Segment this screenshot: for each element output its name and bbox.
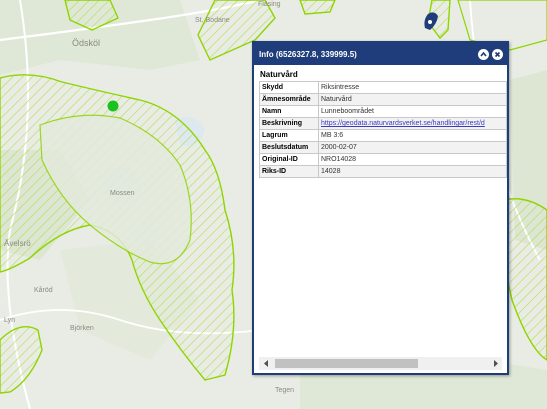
scroll-left-icon[interactable]: [259, 357, 273, 370]
attribute-key: Namn: [259, 105, 319, 118]
attribute-value: 14028: [318, 165, 507, 178]
attribute-key: Skydd: [259, 81, 319, 94]
attribute-value: MB 3:6: [318, 129, 507, 142]
attribute-key: Original-ID: [259, 153, 319, 166]
table-row: Lagrum MB 3:6: [259, 129, 507, 142]
info-popup: Info (6526327.8, 339999.5) Naturvård Sky…: [252, 41, 509, 375]
section-title: Naturvård: [260, 70, 298, 79]
table-row: Riks-ID 14028: [259, 165, 507, 178]
table-row: Namn Lunneboområdet: [259, 105, 507, 118]
place-label: Fläsing: [258, 1, 281, 8]
attribute-key: Beslutsdatum: [259, 141, 319, 154]
table-row: Beslutsdatum 2000-02-07: [259, 141, 507, 154]
place-label: Björken: [70, 325, 94, 332]
attribute-value: 2000-02-07: [318, 141, 507, 154]
place-label: St. Bodane: [195, 17, 230, 24]
place-label: Kåröd: [34, 286, 53, 294]
attribute-key: Beskrivning: [259, 117, 319, 130]
location-dot[interactable]: [107, 100, 119, 112]
table-row: Original-ID NRO14028: [259, 153, 507, 166]
table-row: Ämnesområde Naturvård: [259, 93, 507, 106]
description-link[interactable]: https://geodata.naturvardsverket.se/hand…: [318, 117, 507, 130]
horizontal-scrollbar[interactable]: [259, 357, 502, 370]
place-label: Ödsköl: [72, 38, 100, 48]
attribute-value: Naturvård: [318, 93, 507, 106]
place-label: Mossen: [110, 190, 135, 197]
attribute-value: Riksintresse: [318, 81, 507, 94]
attribute-key: Riks-ID: [259, 165, 319, 178]
attribute-key: Ämnesområde: [259, 93, 319, 106]
place-label: Tegen: [275, 387, 294, 394]
table-row: Beskrivning https://geodata.naturvardsve…: [259, 117, 507, 130]
attribute-table: Skydd Riksintresse Ämnesområde Naturvård…: [259, 81, 507, 178]
place-label: Ävelsrö: [4, 239, 31, 248]
scrollbar-thumb[interactable]: [275, 359, 418, 368]
attribute-value: Lunneboområdet: [318, 105, 507, 118]
scroll-right-icon[interactable]: [488, 357, 502, 370]
place-label: Lyn: [4, 317, 15, 324]
table-row: Skydd Riksintresse: [259, 81, 507, 94]
popup-header: Info (6526327.8, 339999.5): [254, 43, 507, 65]
popup-title: Info (6526327.8, 339999.5): [259, 49, 357, 59]
close-icon[interactable]: [492, 48, 503, 60]
scrollbar-track[interactable]: [273, 357, 488, 370]
collapse-icon[interactable]: [478, 48, 489, 60]
attribute-key: Lagrum: [259, 129, 319, 142]
attribute-value: NRO14028: [318, 153, 507, 166]
